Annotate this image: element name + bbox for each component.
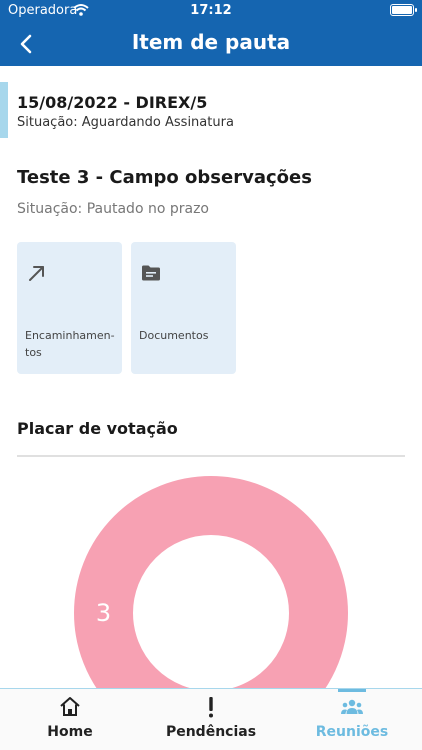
section-divider <box>17 455 405 457</box>
tab-pendencias[interactable]: Pendências <box>141 689 281 750</box>
tab-bar: Home Pendências Reuniões <box>0 688 422 750</box>
item-status: Situação: Pautado no prazo <box>17 201 209 217</box>
clock: 17:12 <box>190 3 232 18</box>
meeting-status: Situação: Aguardando Assinatura <box>17 115 234 130</box>
meeting-accent-bar <box>0 82 8 138</box>
donut-chart: 3 <box>74 476 348 690</box>
tab-reunioes-label: Reuniões <box>315 724 389 740</box>
voting-chart: 3 <box>0 460 422 690</box>
documentos-label: Documentos <box>139 329 209 342</box>
tab-home-label: Home <box>47 724 93 740</box>
battery-icon <box>390 4 417 16</box>
arrow-up-right-icon <box>29 266 44 281</box>
voting-title: Placar de votação <box>17 419 178 438</box>
donut-label-0: 3 <box>96 599 111 627</box>
page-title: Item de pauta <box>131 30 291 54</box>
item-title: Teste 3 - Campo observações <box>17 167 312 188</box>
folder-icon <box>142 265 160 281</box>
people-icon <box>341 699 363 714</box>
meeting-title: 15/08/2022 - DIREX/5 <box>17 93 208 112</box>
documentos-tile[interactable]: Documentos <box>131 242 236 374</box>
tab-pendencias-label: Pendências <box>165 724 257 740</box>
donut-slice-0 <box>74 476 348 690</box>
home-icon <box>60 697 80 716</box>
encaminhamentos-label: Encaminhamen-tos <box>25 329 115 359</box>
meeting-card[interactable]: 15/08/2022 - DIREX/5 Situação: Aguardand… <box>0 82 422 138</box>
nav-bar: Item de pauta <box>0 22 422 66</box>
tab-home[interactable]: Home <box>0 689 140 750</box>
status-bar: Operadora 17:12 <box>0 0 422 22</box>
exclamation-icon <box>209 697 213 718</box>
encaminhamentos-tile[interactable]: Encaminhamen-tos <box>17 242 122 374</box>
tab-reunioes[interactable]: Reuniões <box>282 689 422 750</box>
